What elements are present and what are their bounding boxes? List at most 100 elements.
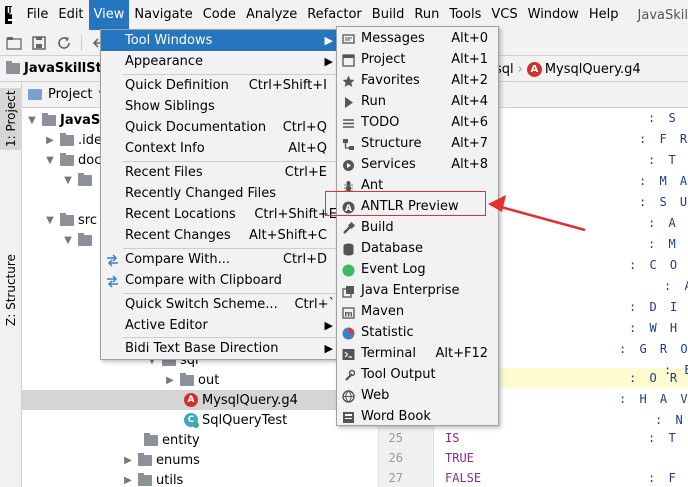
breadcrumb-project[interactable]: JavaSkillSta [6, 61, 111, 76]
menu-item-compare-with-clipboard[interactable]: Compare with Clipboard [101, 270, 339, 291]
tool-window-word-book[interactable]: Word Book [337, 406, 498, 427]
stripe-tab-structure[interactable]: Z: Structure [0, 250, 22, 330]
tool-window-label: Word Book [361, 409, 431, 424]
stripe-tab-project[interactable]: 1: Project [0, 88, 22, 150]
tool-window-java-enterprise[interactable]: Java Enterprise [337, 280, 498, 301]
chevron-right-icon[interactable]: ▶ [164, 375, 176, 386]
menu-window[interactable]: Window [523, 0, 584, 30]
menu-item-recent-changes[interactable]: Recent Changes Alt+Shift+C [101, 225, 339, 246]
tree-node[interactable]: ▶ utils [122, 470, 183, 487]
menu-item-appearance[interactable]: Appearance ▶ [101, 51, 339, 72]
line-number: 25 [388, 431, 403, 445]
menu-item-recent-files[interactable]: Recent Files Ctrl+E [101, 162, 339, 183]
tree-node-selected[interactable]: A MysqlQuery.g4 [184, 390, 298, 410]
code-token: : S U M [639, 195, 688, 209]
tool-window-run[interactable]: Run Alt+4 [337, 91, 498, 112]
stripe-structure-label: Z: Structure [4, 254, 18, 326]
menu-analyze[interactable]: Analyze [241, 0, 302, 30]
breadcrumb-file[interactable]: MysqlQuery.g4 [545, 62, 641, 77]
chevron-down-icon[interactable]: ▼ [44, 215, 56, 226]
menu-edit[interactable]: Edit [53, 0, 88, 30]
project-view-icon [28, 89, 42, 100]
menu-item-shortcut: Ctrl+D [282, 252, 327, 267]
database-icon [342, 242, 355, 256]
tool-window-shortcut: Alt+1 [451, 52, 488, 67]
tree-node[interactable]: ▼ [62, 230, 96, 250]
menu-item-quick-definition[interactable]: Quick Definition Ctrl+Shift+I [101, 75, 339, 96]
code-token: : O R D E [629, 371, 688, 385]
code-token: : F A [648, 471, 688, 485]
tree-node[interactable]: C SqlQueryTest [184, 410, 287, 430]
tree-node[interactable]: entity [128, 430, 200, 450]
tool-window-favorites[interactable]: Favorites Alt+2 [337, 70, 498, 91]
code-token: : H A V I [619, 392, 688, 406]
tool-window-services[interactable]: Services Alt+8 [337, 154, 498, 175]
menu-item-quick-switch-scheme[interactable]: Quick Switch Scheme... Ctrl+` [101, 294, 339, 315]
folder-icon [78, 232, 92, 246]
tool-window-project[interactable]: Project Alt+1 [337, 49, 498, 70]
folder-icon [6, 61, 20, 74]
chevron-down-icon[interactable]: ▼ [62, 235, 74, 246]
chevron-right-icon[interactable]: ▶ [122, 475, 134, 486]
tool-window-shortcut: Alt+6 [451, 115, 488, 130]
chevron-down-icon[interactable]: ▼ [26, 115, 38, 126]
tool-window-database[interactable]: Database [337, 238, 498, 259]
menu-item-recently-changed-files[interactable]: Recently Changed Files [101, 183, 339, 204]
code-line: TRUE [445, 451, 474, 465]
project-panel-title[interactable]: Project [48, 87, 92, 102]
menu-item-quick-documentation[interactable]: Quick Documentation Ctrl+Q [101, 117, 339, 138]
menu-help[interactable]: Help [584, 0, 624, 30]
code-token: : D I S T [629, 300, 688, 314]
antlr-file-icon: A [526, 61, 542, 77]
tool-window-todo[interactable]: TODO Alt+6 [337, 112, 498, 133]
tool-window-label: Project [361, 52, 406, 67]
tool-window-structure[interactable]: Structure Alt+7 [337, 133, 498, 154]
tool-window-tool-output[interactable]: Tool Output [337, 364, 498, 385]
chevron-right-icon[interactable]: ▶ [122, 455, 134, 466]
tool-window-event-log[interactable]: Event Log [337, 259, 498, 280]
tool-window-maven[interactable]: m Maven [337, 301, 498, 322]
code-token: : N O [655, 413, 688, 427]
open-folder-icon[interactable] [6, 35, 22, 51]
menu-item-recent-locations[interactable]: Recent Locations Ctrl+Shift+E [101, 204, 339, 225]
line-number: 26 [388, 451, 403, 465]
menu-item-bidi-text-direction[interactable]: Bidi Text Base Direction ▶ [101, 338, 339, 359]
save-icon[interactable] [31, 35, 47, 51]
tree-node[interactable]: ▼ doc [44, 150, 101, 170]
menu-code[interactable]: Code [198, 0, 241, 30]
tool-window-statistic[interactable]: Statistic [337, 322, 498, 343]
left-tool-stripe: 1: Project Z: Structure [0, 82, 22, 487]
menu-file[interactable]: File [22, 0, 54, 30]
menu-item-tool-windows[interactable]: Tool Windows ▶ [101, 30, 339, 51]
tool-window-terminal[interactable]: Terminal Alt+F12 [337, 343, 498, 364]
menu-navigate[interactable]: Navigate [129, 0, 197, 30]
tree-node[interactable]: ▶ enums [122, 450, 200, 470]
menu-item-shortcut: Ctrl+E [284, 165, 327, 180]
menu-item-label: Context Info [125, 141, 205, 156]
breadcrumb-project-label: JavaSkillSta [24, 61, 111, 76]
tree-node[interactable]: ▶ .ide [44, 130, 102, 150]
tool-window-label: Services [361, 157, 416, 172]
tool-window-label: Structure [361, 136, 422, 151]
build-icon [342, 221, 356, 234]
tree-node-label: out [198, 372, 220, 388]
line-number: 27 [388, 471, 403, 485]
menu-item-compare-with[interactable]: Compare With... Ctrl+D [101, 249, 339, 270]
tree-node[interactable]: ▶ out [164, 370, 219, 390]
tree-node[interactable]: ▼ [62, 170, 96, 190]
tool-window-web[interactable]: Web [337, 385, 498, 406]
chevron-down-icon[interactable]: ▼ [62, 175, 74, 186]
tree-node[interactable]: ▼ JavaSk [26, 110, 109, 130]
code-line: IS [445, 431, 460, 445]
chevron-right-icon[interactable]: ▶ [44, 135, 56, 146]
submenu-arrow-icon: ▶ [324, 319, 333, 332]
chevron-down-icon[interactable]: ▼ [44, 155, 56, 166]
menu-item-active-editor[interactable]: Active Editor ▶ [101, 315, 339, 336]
tree-node[interactable]: ▼ src [44, 210, 97, 230]
sync-icon[interactable] [56, 35, 72, 51]
menu-item-show-siblings[interactable]: Show Siblings [101, 96, 339, 117]
tool-window-messages[interactable]: Messages Alt+0 [337, 28, 498, 49]
code-token: : M I [648, 237, 688, 251]
menu-view[interactable]: View [88, 0, 130, 30]
menu-item-context-info[interactable]: Context Info Alt+Q [101, 138, 339, 159]
